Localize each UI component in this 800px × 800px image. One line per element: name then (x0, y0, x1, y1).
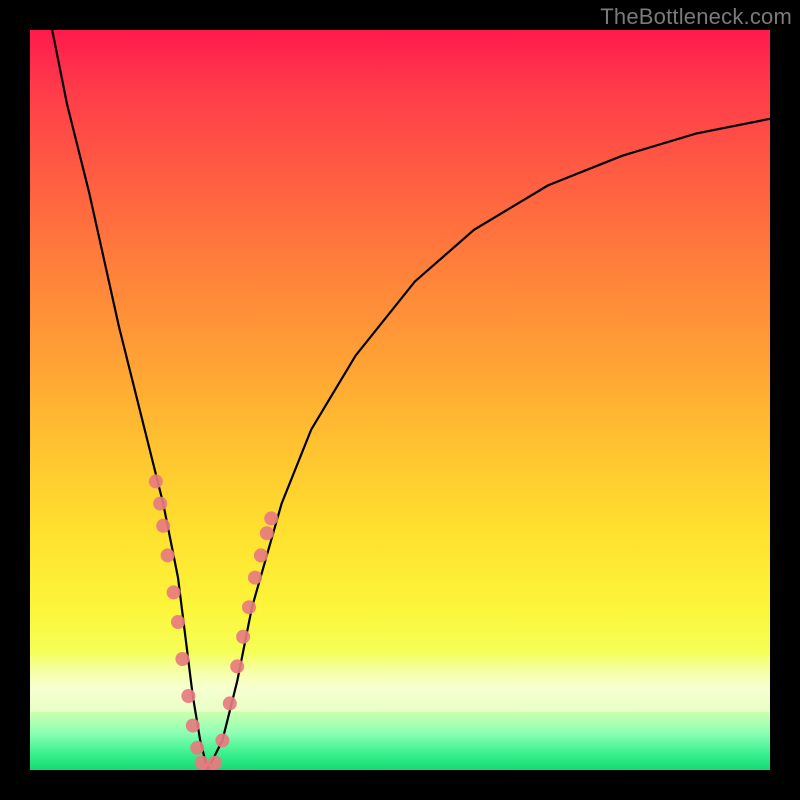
marker-dot (149, 474, 163, 488)
bottleneck-curve (52, 30, 770, 770)
marker-dot (175, 652, 189, 666)
marker-dot (230, 659, 244, 673)
marker-dot (254, 548, 268, 562)
marker-dot (248, 571, 262, 585)
marker-dot (264, 511, 278, 525)
marker-dot (181, 689, 195, 703)
watermark-text: TheBottleneck.com (600, 4, 792, 30)
marker-dot (215, 733, 229, 747)
marker-dot (161, 548, 175, 562)
marker-dot (153, 497, 167, 511)
marker-dot (167, 585, 181, 599)
marker-dot (223, 696, 237, 710)
marker-dot (186, 719, 200, 733)
marker-dot (236, 630, 250, 644)
highlight-dots (149, 474, 278, 770)
marker-dot (242, 600, 256, 614)
marker-dot (260, 526, 274, 540)
curve-svg (30, 30, 770, 770)
outer-frame: TheBottleneck.com (0, 0, 800, 800)
marker-dot (171, 615, 185, 629)
plot-area (30, 30, 770, 770)
marker-dot (208, 756, 222, 770)
marker-dot (190, 741, 204, 755)
marker-dot (156, 519, 170, 533)
